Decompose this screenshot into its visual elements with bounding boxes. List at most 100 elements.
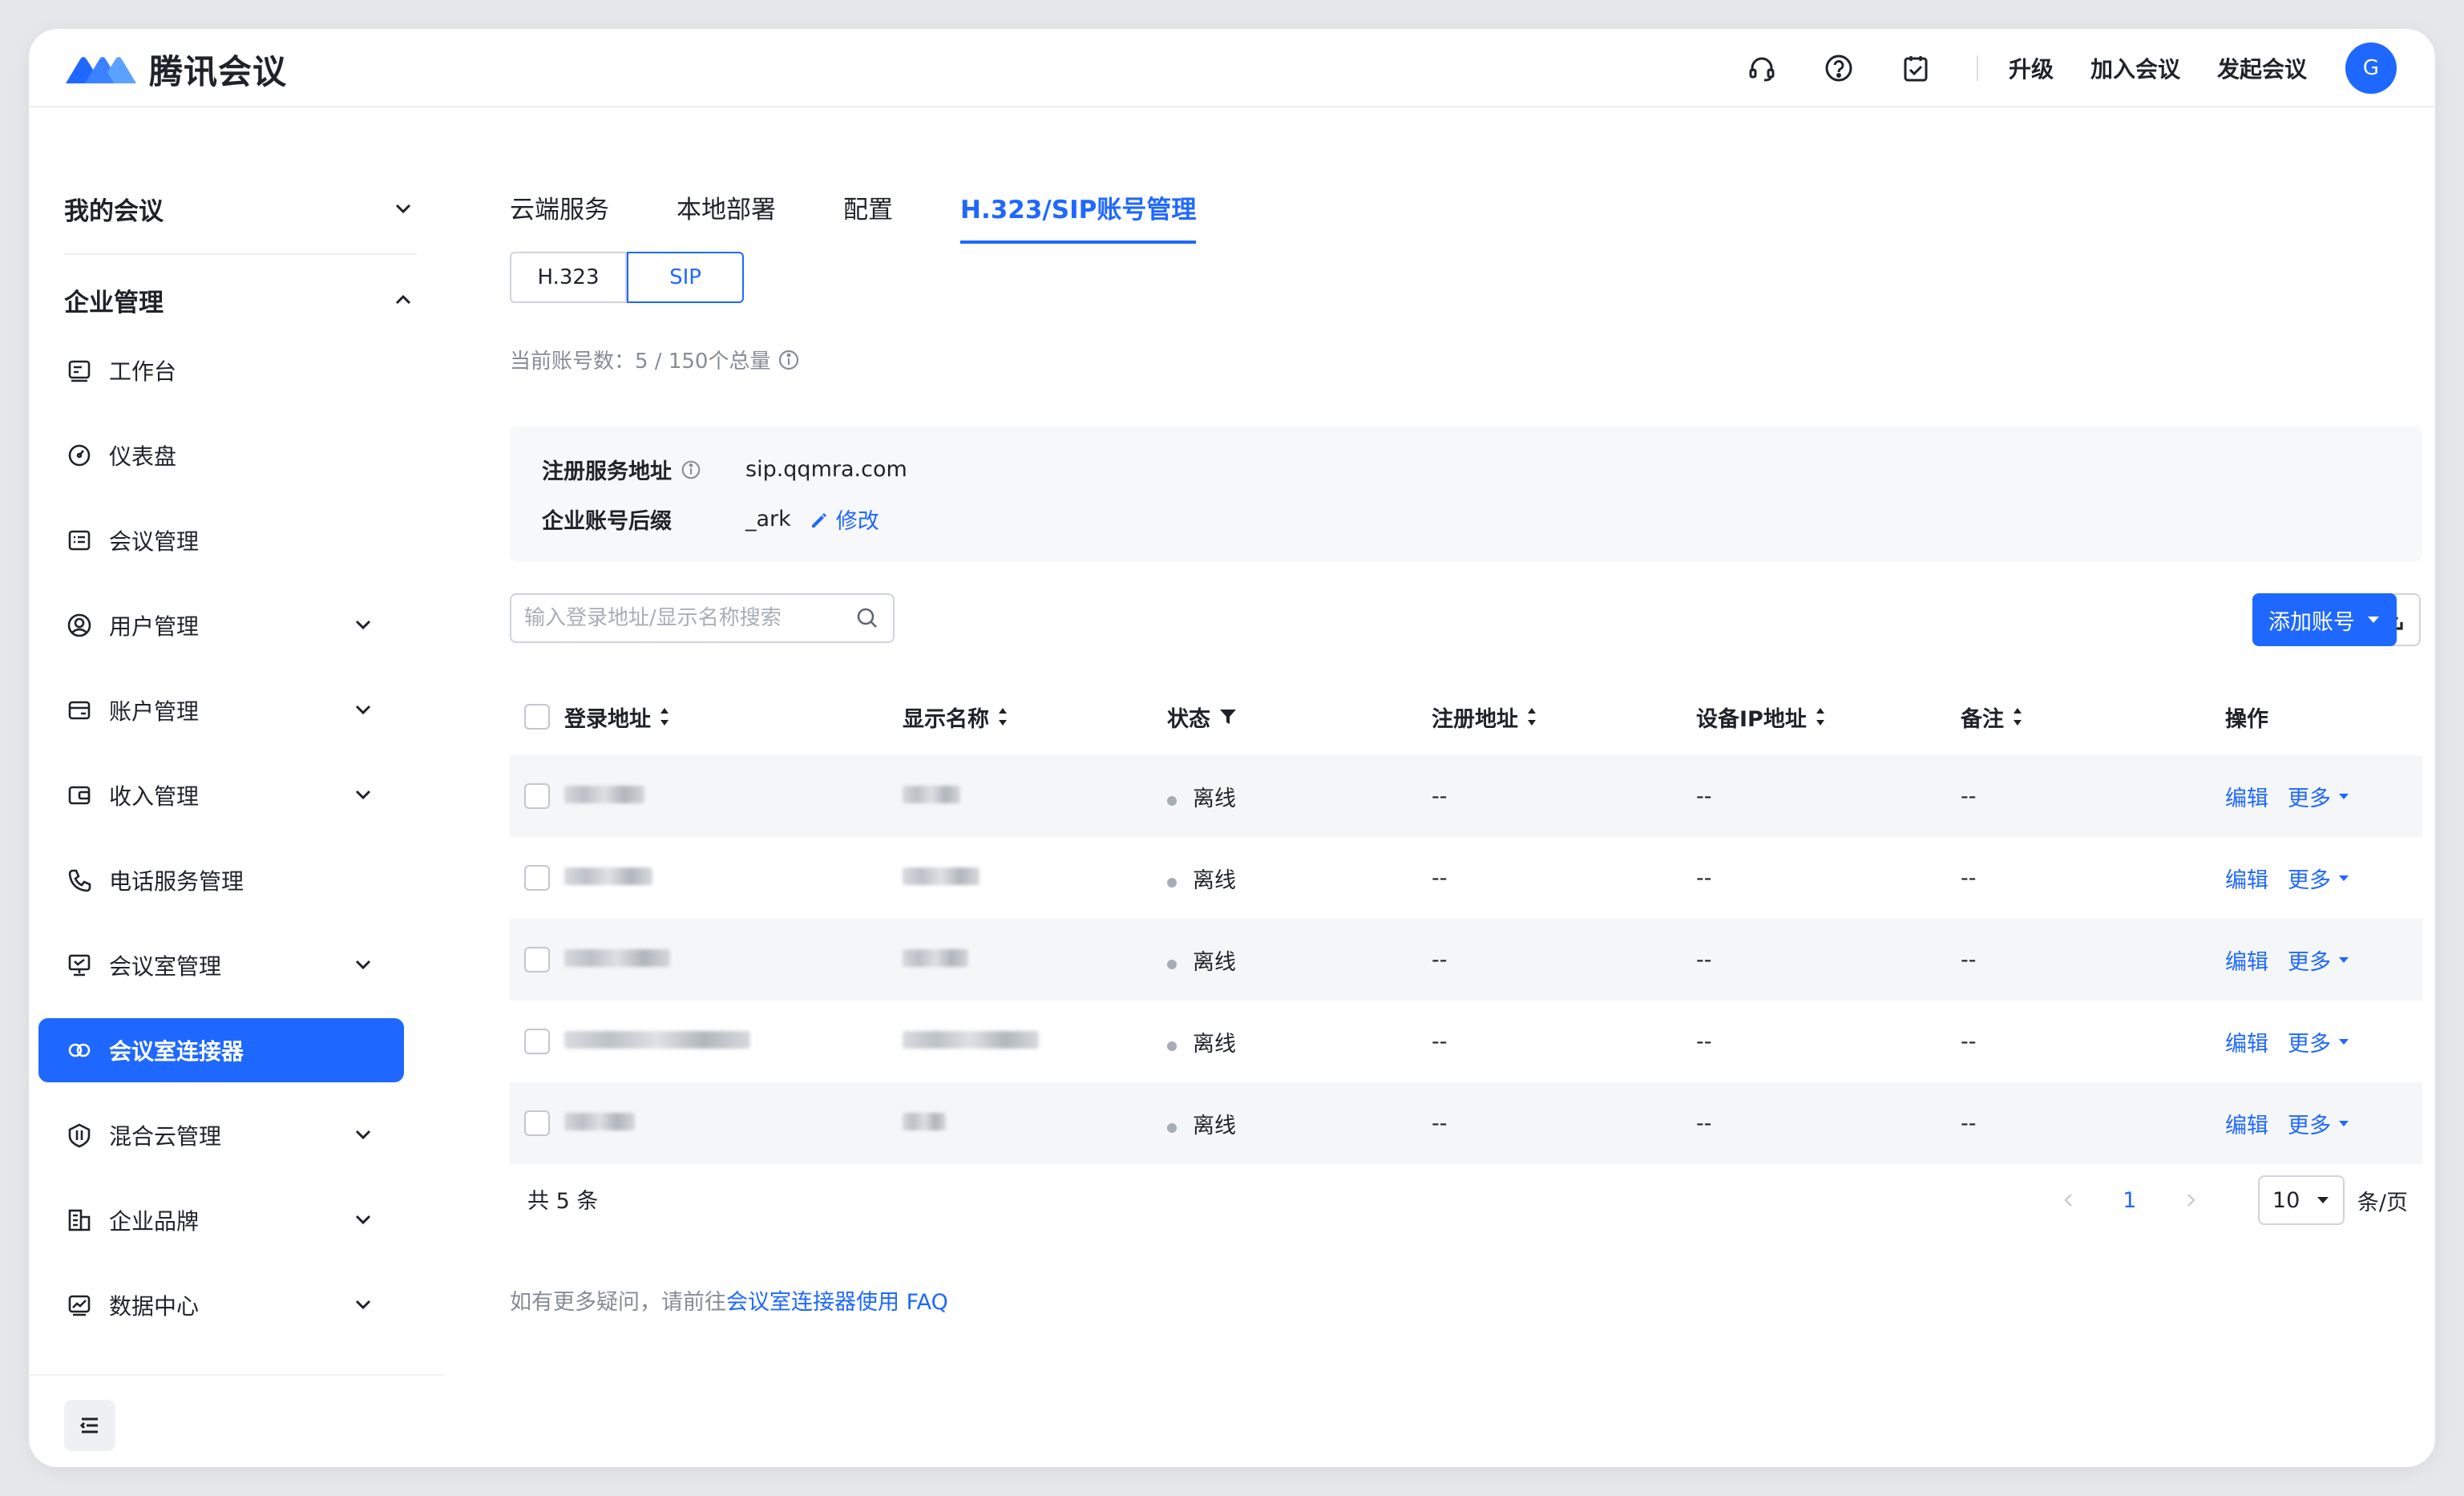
add-account-button[interactable]: 添加账号 <box>2252 593 2397 646</box>
sidebar-item[interactable]: 电话服务管理 <box>38 848 404 912</box>
sidebar-item[interactable]: 会议管理 <box>38 508 404 572</box>
redacted-display-name <box>903 1030 1039 1049</box>
account-suffix-row: 企业账号后缀 _ark 修改 <box>542 503 879 535</box>
more-actions-button[interactable]: 更多 <box>2288 944 2350 976</box>
sidebar-item-label: 工作台 <box>109 358 177 385</box>
main-content: 云端服务 本地部署 配置 H.323/SIP账号管理 H.323 SIP 当前账… <box>444 109 2435 1467</box>
sidebar-item[interactable]: 会议室管理 <box>38 933 404 997</box>
prev-page-button[interactable] <box>2054 1186 2083 1215</box>
table-row[interactable]: 离线 -- -- -- 编辑 更多 <box>510 1082 2422 1164</box>
avatar[interactable]: G <box>2345 42 2397 94</box>
edit-row-button[interactable]: 编辑 <box>2225 1114 2268 1138</box>
row-checkbox[interactable] <box>524 947 550 972</box>
column-login-address[interactable]: 登录地址 <box>564 702 903 733</box>
edit-row-button[interactable]: 编辑 <box>2225 786 2268 811</box>
edit-suffix-label: 修改 <box>835 509 879 534</box>
todo-clipboard-icon[interactable] <box>1896 49 1935 87</box>
per-page-label: 条/页 <box>2357 1190 2408 1215</box>
column-device-ip[interactable]: 设备IP地址 <box>1696 702 1961 733</box>
device-ip-cell: -- <box>1696 947 1712 972</box>
pencil-icon <box>811 512 826 528</box>
segment-h323[interactable]: H.323 <box>510 252 627 303</box>
column-actions: 操作 <box>2225 706 2268 732</box>
column-label: 状态 <box>1167 706 1210 732</box>
server-address-value: sip.qqmra.com <box>745 457 907 482</box>
sidebar-group-enterprise[interactable]: 企业管理 <box>64 277 417 322</box>
sidebar-item-label: 数据中心 <box>109 1293 200 1320</box>
collapse-sidebar-button[interactable] <box>64 1400 115 1451</box>
pagination-controls: 1 10 条/页 <box>2024 1172 2408 1228</box>
edit-row-button[interactable]: 编辑 <box>2225 1032 2268 1057</box>
sidebar-item[interactable]: 收入管理 <box>38 763 404 827</box>
sidebar-group-my-meetings[interactable]: 我的会议 <box>64 186 417 231</box>
sidebar-item[interactable]: 工作台 <box>38 338 404 402</box>
row-checkbox[interactable] <box>524 1110 550 1136</box>
search-input[interactable] <box>524 606 854 630</box>
tab-cloud-service[interactable]: 云端服务 <box>510 189 609 244</box>
search-icon[interactable] <box>854 605 880 631</box>
sidebar-item-label: 仪表盘 <box>109 443 177 470</box>
edit-suffix-button[interactable]: 修改 <box>809 503 879 535</box>
next-page-button[interactable] <box>2176 1186 2205 1215</box>
sidebar-item[interactable]: 账户管理 <box>38 678 404 742</box>
column-status[interactable]: 状态 <box>1167 702 1432 733</box>
tab-config[interactable]: 配置 <box>843 189 893 244</box>
device-ip-cell: -- <box>1696 1110 1712 1136</box>
select-all-checkbox[interactable] <box>524 704 550 730</box>
edit-row-button[interactable]: 编辑 <box>2225 950 2268 975</box>
start-meeting-link[interactable]: 发起会议 <box>2217 52 2307 84</box>
tab-bar: 云端服务 本地部署 配置 H.323/SIP账号管理 <box>510 189 1197 244</box>
more-label: 更多 <box>2288 867 2331 893</box>
sidebar-group-label: 我的会议 <box>64 196 164 226</box>
sidebar-item[interactable]: 企业品牌 <box>38 1188 404 1252</box>
more-actions-button[interactable]: 更多 <box>2288 781 2350 812</box>
page-number[interactable]: 1 <box>2114 1188 2146 1213</box>
sidebar-item[interactable]: 仪表盘 <box>38 423 404 487</box>
column-note[interactable]: 备注 <box>1961 702 2225 733</box>
segment-sip[interactable]: SIP <box>627 252 744 303</box>
sidebar-item-label: 企业品牌 <box>109 1208 200 1235</box>
connector-icon <box>64 1035 95 1065</box>
chevron-left-icon <box>2064 1194 2072 1207</box>
wallet-icon <box>64 780 95 811</box>
caret-down-icon <box>2317 1197 2329 1203</box>
sort-icon <box>1816 708 1824 726</box>
info-icon[interactable] <box>680 459 702 481</box>
table-row[interactable]: 离线 -- -- -- 编辑 更多 <box>510 837 2422 919</box>
column-register-address[interactable]: 注册地址 <box>1432 702 1696 733</box>
sidebar-item[interactable]: 用户管理 <box>38 593 404 657</box>
device-ip-cell: -- <box>1696 783 1712 809</box>
redacted-display-name <box>903 948 968 967</box>
table-row[interactable]: 离线 -- -- -- 编辑 更多 <box>510 755 2422 837</box>
join-meeting-link[interactable]: 加入会议 <box>2090 52 2180 84</box>
logo[interactable]: 腾讯会议 <box>63 45 287 94</box>
table-row[interactable]: 离线 -- -- -- 编辑 更多 <box>510 1001 2422 1082</box>
caret-down-icon <box>2339 957 2349 963</box>
upgrade-link[interactable]: 升级 <box>2009 52 2054 84</box>
more-actions-button[interactable]: 更多 <box>2288 1108 2350 1139</box>
sidebar-item-label: 用户管理 <box>109 613 200 640</box>
row-checkbox[interactable] <box>524 1029 550 1054</box>
info-icon[interactable] <box>777 348 801 372</box>
tab-account-management[interactable]: H.323/SIP账号管理 <box>960 189 1197 244</box>
sidebar-item[interactable]: 会议室连接器 <box>38 1018 404 1082</box>
edit-row-button[interactable]: 编辑 <box>2225 868 2268 893</box>
status-text: 离线 <box>1193 867 1236 893</box>
more-actions-button[interactable]: 更多 <box>2288 863 2350 894</box>
tab-local-deploy[interactable]: 本地部署 <box>677 189 776 244</box>
faq-link[interactable]: 会议室连接器使用 FAQ <box>726 1290 948 1315</box>
help-icon[interactable] <box>1820 49 1858 87</box>
page-size-value: 10 <box>2272 1187 2300 1213</box>
row-checkbox[interactable] <box>524 783 550 809</box>
caret-down-icon <box>2339 794 2349 799</box>
more-actions-button[interactable]: 更多 <box>2288 1026 2350 1057</box>
register-address-cell: -- <box>1432 865 1448 891</box>
sidebar-item[interactable]: 混合云管理 <box>38 1103 404 1167</box>
table-row[interactable]: 离线 -- -- -- 编辑 更多 <box>510 919 2422 1001</box>
column-label: 备注 <box>1961 706 2004 732</box>
sidebar-item[interactable]: 数据中心 <box>38 1273 404 1337</box>
support-headset-icon[interactable] <box>1743 49 1781 87</box>
page-size-select[interactable]: 10 <box>2257 1175 2345 1225</box>
row-checkbox[interactable] <box>524 865 550 891</box>
column-display-name[interactable]: 显示名称 <box>903 702 1167 733</box>
